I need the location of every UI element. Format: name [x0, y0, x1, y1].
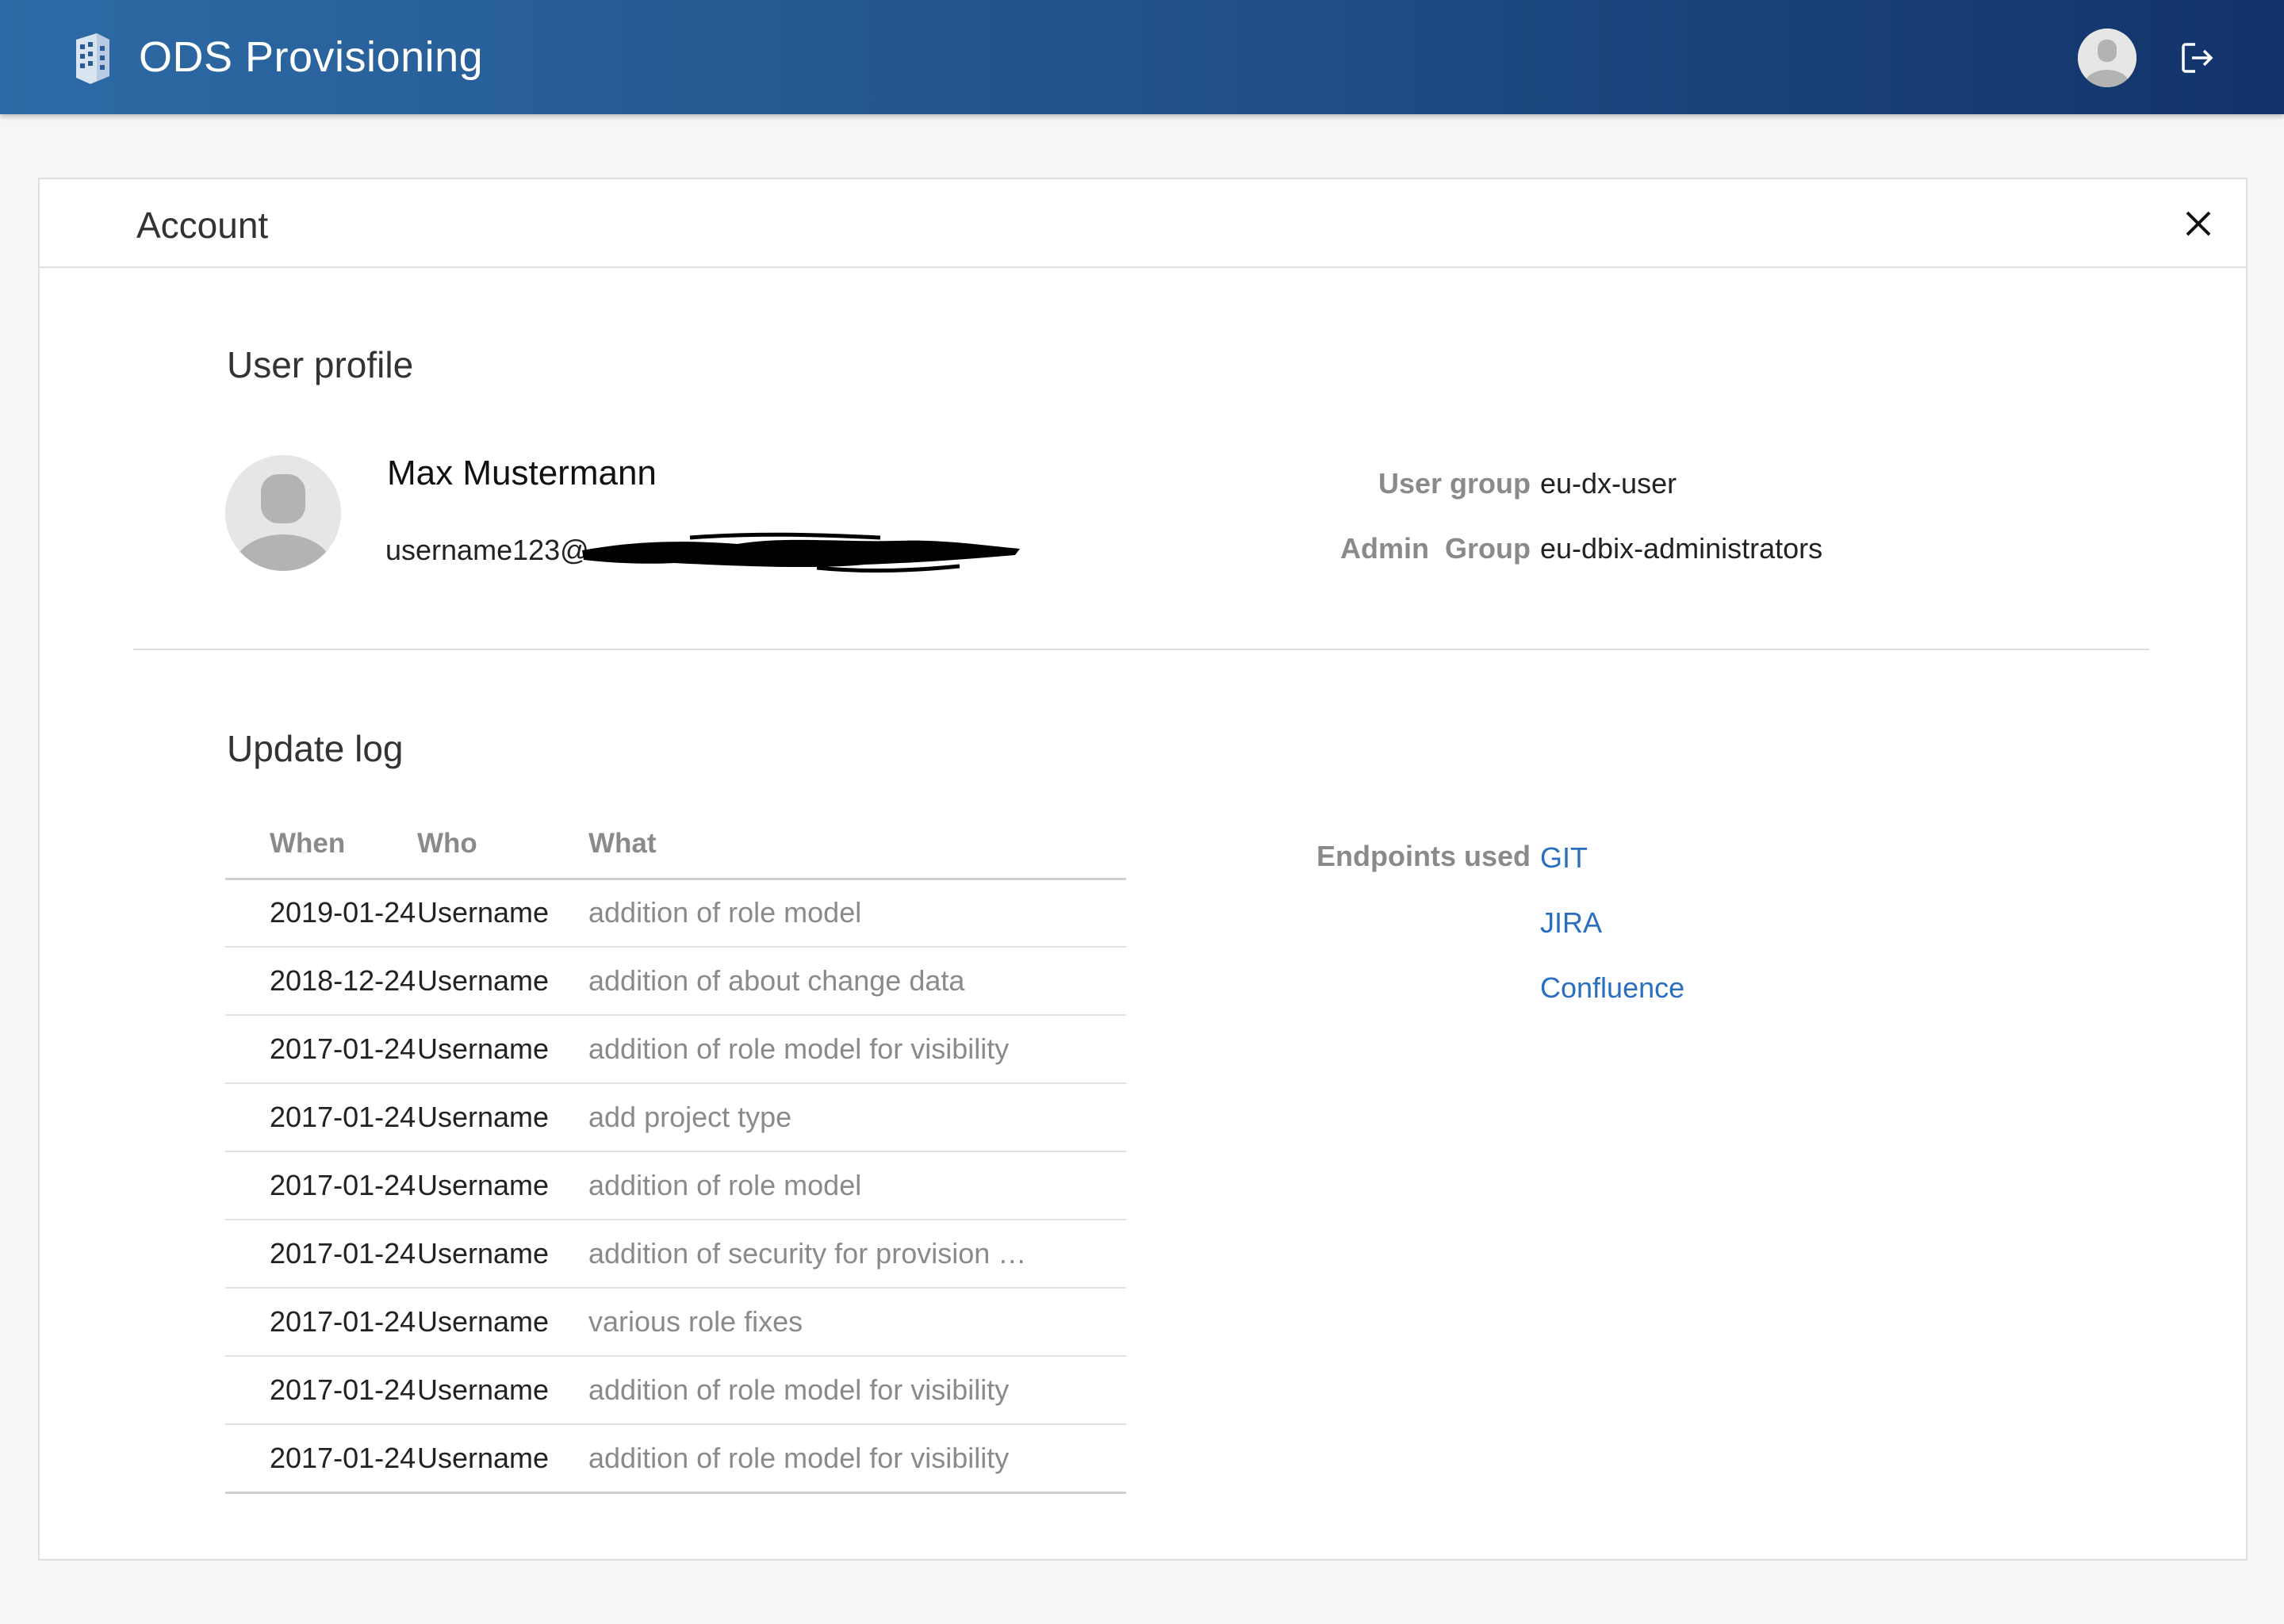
building-logo-icon[interactable] [73, 32, 113, 86]
card-title: Account [136, 205, 269, 246]
cell-who: Username [417, 879, 588, 948]
redaction-scribble [582, 532, 1020, 573]
endpoint-link-git[interactable]: GIT [1540, 841, 1588, 875]
cell-what: addition of role model [588, 879, 1126, 948]
cell-what: addition of role model [588, 1151, 1126, 1220]
table-row: 2017-01-24 Username addition of security… [225, 1220, 1126, 1289]
cell-when: 2017-01-24 [225, 1151, 417, 1220]
column-header-who[interactable]: Who [417, 810, 588, 880]
table-row: 2017-01-24 Username addition of role mod… [225, 1015, 1126, 1084]
cell-who: Username [417, 1220, 588, 1289]
update-log-table: When Who What 2019-01-24 Username additi… [225, 810, 1126, 1494]
cell-when: 2017-01-24 [225, 1424, 417, 1494]
update-log-title: Update log [227, 728, 404, 769]
app-header: ODS Provisioning [0, 0, 2284, 114]
cell-what: addition of about change data [588, 947, 1126, 1016]
table-row: 2017-01-24 Username addition of role mod… [225, 1356, 1126, 1425]
cell-what: add project type [588, 1083, 1126, 1152]
app-title: ODS Provisioning [139, 33, 484, 81]
column-header-what[interactable]: What [588, 810, 1126, 880]
user-profile-title: User profile [227, 344, 414, 385]
close-icon[interactable] [2181, 206, 2216, 241]
table-row: 2019-01-24 Username addition of role mod… [225, 879, 1126, 948]
cell-what: addition of security for provision … [588, 1220, 1126, 1289]
logout-icon[interactable] [2179, 40, 2216, 76]
endpoint-link-confluence[interactable]: Confluence [1540, 971, 1684, 1005]
cell-what: addition of role model for visibility [588, 1424, 1126, 1494]
column-header-when[interactable]: When [225, 810, 417, 880]
table-row: 2017-01-24 Username add project type [225, 1083, 1126, 1152]
cell-who: Username [417, 1083, 588, 1152]
account-card: Account User profile Max Mustermann user… [38, 178, 2248, 1561]
cell-when: 2017-01-24 [225, 1288, 417, 1357]
cell-who: Username [417, 1151, 588, 1220]
endpoint-link-jira[interactable]: JIRA [1540, 906, 1602, 940]
cell-who: Username [417, 947, 588, 1016]
table-row: 2017-01-24 Username addition of role mod… [225, 1151, 1126, 1220]
cell-who: Username [417, 1015, 588, 1084]
cell-what: addition of role model for visibility [588, 1015, 1126, 1084]
profile-avatar [225, 455, 341, 571]
avatar-icon [225, 455, 341, 571]
avatar-icon [2078, 29, 2136, 87]
cell-when: 2017-01-24 [225, 1083, 417, 1152]
table-row: 2017-01-24 Username various role fixes [225, 1288, 1126, 1357]
cell-when: 2019-01-24 [225, 879, 417, 948]
cell-what: various role fixes [588, 1288, 1126, 1357]
cell-who: Username [417, 1424, 588, 1494]
user-avatar-button[interactable] [2078, 29, 2136, 87]
table-header-row: When Who What [225, 810, 1126, 880]
cell-when: 2017-01-24 [225, 1356, 417, 1425]
cell-when: 2017-01-24 [225, 1220, 417, 1289]
user-group-value: eu-dx-user [1540, 467, 1677, 500]
table-row: 2018-12-24 Username addition of about ch… [225, 947, 1126, 1016]
table-row: 2017-01-24 Username addition of role mod… [225, 1424, 1126, 1494]
user-name: Max Mustermann [387, 454, 657, 492]
endpoints-label: Endpoints used [1316, 840, 1531, 872]
admin-group-value: eu-dbix-administrators [1540, 532, 1823, 565]
cell-what: addition of role model for visibility [588, 1356, 1126, 1425]
cell-when: 2017-01-24 [225, 1015, 417, 1084]
cell-who: Username [417, 1356, 588, 1425]
cell-who: Username [417, 1288, 588, 1357]
cell-when: 2018-12-24 [225, 947, 417, 1016]
user-email: username123@ [385, 534, 589, 566]
